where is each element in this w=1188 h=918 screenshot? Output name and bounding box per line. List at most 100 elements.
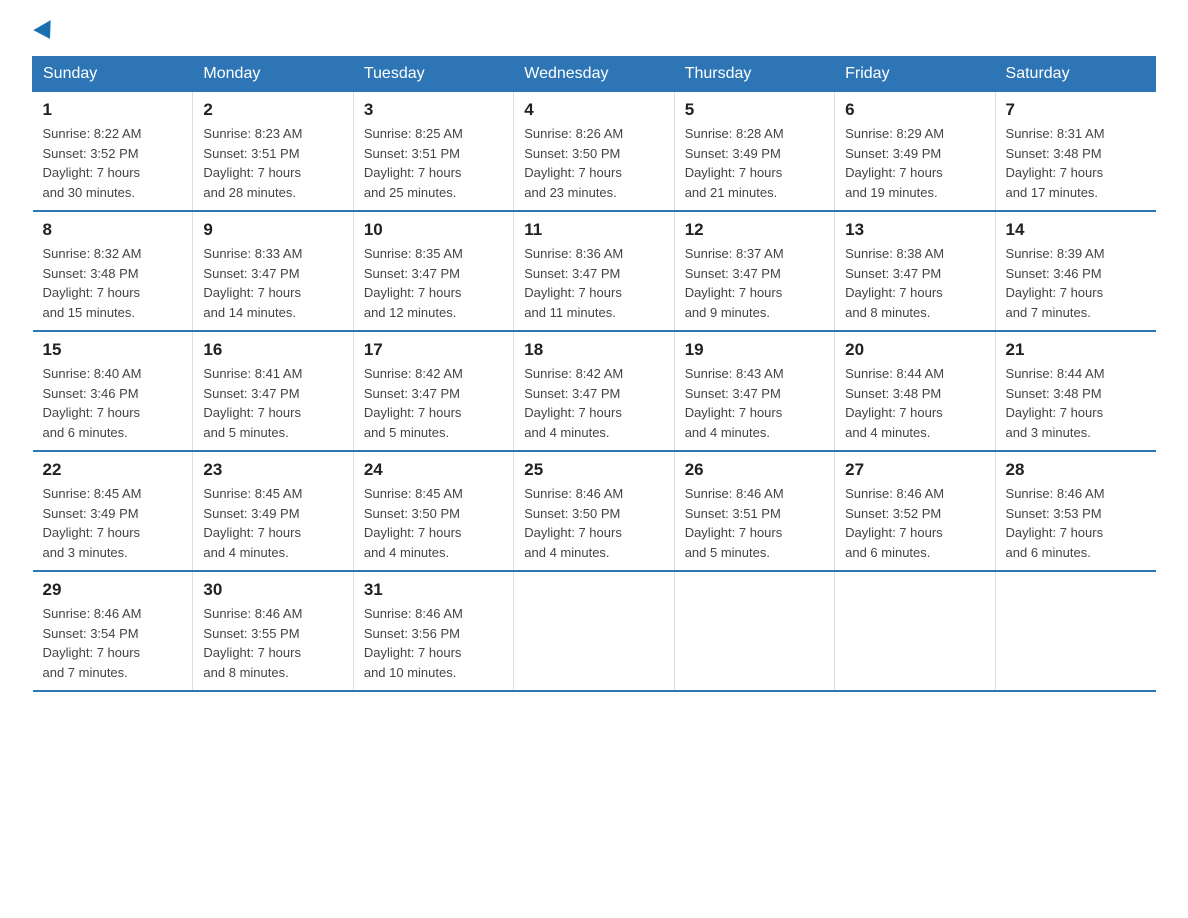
calendar-cell: 2 Sunrise: 8:23 AMSunset: 3:51 PMDayligh… <box>193 92 353 212</box>
day-number: 24 <box>364 460 503 480</box>
day-info: Sunrise: 8:22 AMSunset: 3:52 PMDaylight:… <box>43 126 142 200</box>
day-info: Sunrise: 8:42 AMSunset: 3:47 PMDaylight:… <box>524 366 623 440</box>
day-number: 8 <box>43 220 183 240</box>
weekday-header-friday: Friday <box>835 57 995 92</box>
calendar-cell: 15 Sunrise: 8:40 AMSunset: 3:46 PMDaylig… <box>33 331 193 451</box>
day-number: 20 <box>845 340 984 360</box>
day-number: 19 <box>685 340 824 360</box>
day-info: Sunrise: 8:45 AMSunset: 3:49 PMDaylight:… <box>43 486 142 560</box>
day-info: Sunrise: 8:46 AMSunset: 3:54 PMDaylight:… <box>43 606 142 680</box>
day-info: Sunrise: 8:26 AMSunset: 3:50 PMDaylight:… <box>524 126 623 200</box>
day-info: Sunrise: 8:46 AMSunset: 3:52 PMDaylight:… <box>845 486 944 560</box>
day-info: Sunrise: 8:23 AMSunset: 3:51 PMDaylight:… <box>203 126 302 200</box>
day-info: Sunrise: 8:46 AMSunset: 3:55 PMDaylight:… <box>203 606 302 680</box>
day-info: Sunrise: 8:46 AMSunset: 3:51 PMDaylight:… <box>685 486 784 560</box>
calendar-cell: 19 Sunrise: 8:43 AMSunset: 3:47 PMDaylig… <box>674 331 834 451</box>
day-info: Sunrise: 8:46 AMSunset: 3:50 PMDaylight:… <box>524 486 623 560</box>
day-number: 31 <box>364 580 503 600</box>
calendar-cell: 6 Sunrise: 8:29 AMSunset: 3:49 PMDayligh… <box>835 92 995 212</box>
day-info: Sunrise: 8:38 AMSunset: 3:47 PMDaylight:… <box>845 246 944 320</box>
calendar-cell: 12 Sunrise: 8:37 AMSunset: 3:47 PMDaylig… <box>674 211 834 331</box>
day-number: 30 <box>203 580 342 600</box>
calendar-cell: 28 Sunrise: 8:46 AMSunset: 3:53 PMDaylig… <box>995 451 1155 571</box>
day-info: Sunrise: 8:44 AMSunset: 3:48 PMDaylight:… <box>1006 366 1105 440</box>
day-number: 25 <box>524 460 663 480</box>
day-number: 23 <box>203 460 342 480</box>
day-info: Sunrise: 8:37 AMSunset: 3:47 PMDaylight:… <box>685 246 784 320</box>
weekday-header-row: SundayMondayTuesdayWednesdayThursdayFrid… <box>33 57 1156 92</box>
calendar-cell: 9 Sunrise: 8:33 AMSunset: 3:47 PMDayligh… <box>193 211 353 331</box>
calendar-cell: 20 Sunrise: 8:44 AMSunset: 3:48 PMDaylig… <box>835 331 995 451</box>
weekday-header-monday: Monday <box>193 57 353 92</box>
calendar-cell: 10 Sunrise: 8:35 AMSunset: 3:47 PMDaylig… <box>353 211 513 331</box>
calendar-cell <box>674 571 834 691</box>
weekday-header-wednesday: Wednesday <box>514 57 674 92</box>
calendar-week-row: 1 Sunrise: 8:22 AMSunset: 3:52 PMDayligh… <box>33 92 1156 212</box>
calendar-cell: 1 Sunrise: 8:22 AMSunset: 3:52 PMDayligh… <box>33 92 193 212</box>
day-number: 4 <box>524 100 663 120</box>
calendar-cell: 8 Sunrise: 8:32 AMSunset: 3:48 PMDayligh… <box>33 211 193 331</box>
day-info: Sunrise: 8:31 AMSunset: 3:48 PMDaylight:… <box>1006 126 1105 200</box>
calendar-cell: 24 Sunrise: 8:45 AMSunset: 3:50 PMDaylig… <box>353 451 513 571</box>
day-number: 6 <box>845 100 984 120</box>
day-number: 27 <box>845 460 984 480</box>
weekday-header-sunday: Sunday <box>33 57 193 92</box>
calendar-cell: 29 Sunrise: 8:46 AMSunset: 3:54 PMDaylig… <box>33 571 193 691</box>
calendar-cell: 16 Sunrise: 8:41 AMSunset: 3:47 PMDaylig… <box>193 331 353 451</box>
day-number: 16 <box>203 340 342 360</box>
day-info: Sunrise: 8:44 AMSunset: 3:48 PMDaylight:… <box>845 366 944 440</box>
day-number: 21 <box>1006 340 1146 360</box>
day-number: 11 <box>524 220 663 240</box>
day-info: Sunrise: 8:39 AMSunset: 3:46 PMDaylight:… <box>1006 246 1105 320</box>
day-number: 14 <box>1006 220 1146 240</box>
day-info: Sunrise: 8:46 AMSunset: 3:56 PMDaylight:… <box>364 606 463 680</box>
day-info: Sunrise: 8:45 AMSunset: 3:50 PMDaylight:… <box>364 486 463 560</box>
calendar-cell: 25 Sunrise: 8:46 AMSunset: 3:50 PMDaylig… <box>514 451 674 571</box>
day-number: 18 <box>524 340 663 360</box>
calendar-cell: 4 Sunrise: 8:26 AMSunset: 3:50 PMDayligh… <box>514 92 674 212</box>
calendar-cell: 31 Sunrise: 8:46 AMSunset: 3:56 PMDaylig… <box>353 571 513 691</box>
day-number: 2 <box>203 100 342 120</box>
day-number: 3 <box>364 100 503 120</box>
calendar-cell: 14 Sunrise: 8:39 AMSunset: 3:46 PMDaylig… <box>995 211 1155 331</box>
weekday-header-tuesday: Tuesday <box>353 57 513 92</box>
calendar-cell <box>514 571 674 691</box>
logo <box>32 24 56 40</box>
calendar-cell: 22 Sunrise: 8:45 AMSunset: 3:49 PMDaylig… <box>33 451 193 571</box>
calendar-week-row: 15 Sunrise: 8:40 AMSunset: 3:46 PMDaylig… <box>33 331 1156 451</box>
calendar-week-row: 8 Sunrise: 8:32 AMSunset: 3:48 PMDayligh… <box>33 211 1156 331</box>
day-info: Sunrise: 8:33 AMSunset: 3:47 PMDaylight:… <box>203 246 302 320</box>
day-number: 5 <box>685 100 824 120</box>
day-info: Sunrise: 8:35 AMSunset: 3:47 PMDaylight:… <box>364 246 463 320</box>
calendar-cell: 30 Sunrise: 8:46 AMSunset: 3:55 PMDaylig… <box>193 571 353 691</box>
day-number: 28 <box>1006 460 1146 480</box>
day-info: Sunrise: 8:28 AMSunset: 3:49 PMDaylight:… <box>685 126 784 200</box>
day-number: 9 <box>203 220 342 240</box>
day-number: 10 <box>364 220 503 240</box>
calendar-cell: 23 Sunrise: 8:45 AMSunset: 3:49 PMDaylig… <box>193 451 353 571</box>
day-info: Sunrise: 8:45 AMSunset: 3:49 PMDaylight:… <box>203 486 302 560</box>
calendar-week-row: 22 Sunrise: 8:45 AMSunset: 3:49 PMDaylig… <box>33 451 1156 571</box>
day-info: Sunrise: 8:36 AMSunset: 3:47 PMDaylight:… <box>524 246 623 320</box>
day-number: 26 <box>685 460 824 480</box>
calendar-cell: 27 Sunrise: 8:46 AMSunset: 3:52 PMDaylig… <box>835 451 995 571</box>
day-info: Sunrise: 8:46 AMSunset: 3:53 PMDaylight:… <box>1006 486 1105 560</box>
day-number: 12 <box>685 220 824 240</box>
day-number: 29 <box>43 580 183 600</box>
day-info: Sunrise: 8:32 AMSunset: 3:48 PMDaylight:… <box>43 246 142 320</box>
day-number: 22 <box>43 460 183 480</box>
day-number: 7 <box>1006 100 1146 120</box>
logo-triangle-icon <box>33 20 58 44</box>
day-number: 1 <box>43 100 183 120</box>
day-info: Sunrise: 8:42 AMSunset: 3:47 PMDaylight:… <box>364 366 463 440</box>
calendar-cell: 7 Sunrise: 8:31 AMSunset: 3:48 PMDayligh… <box>995 92 1155 212</box>
day-info: Sunrise: 8:40 AMSunset: 3:46 PMDaylight:… <box>43 366 142 440</box>
day-number: 17 <box>364 340 503 360</box>
day-number: 15 <box>43 340 183 360</box>
calendar-table: SundayMondayTuesdayWednesdayThursdayFrid… <box>32 56 1156 692</box>
calendar-cell: 5 Sunrise: 8:28 AMSunset: 3:49 PMDayligh… <box>674 92 834 212</box>
weekday-header-thursday: Thursday <box>674 57 834 92</box>
day-info: Sunrise: 8:25 AMSunset: 3:51 PMDaylight:… <box>364 126 463 200</box>
day-info: Sunrise: 8:29 AMSunset: 3:49 PMDaylight:… <box>845 126 944 200</box>
calendar-cell: 21 Sunrise: 8:44 AMSunset: 3:48 PMDaylig… <box>995 331 1155 451</box>
